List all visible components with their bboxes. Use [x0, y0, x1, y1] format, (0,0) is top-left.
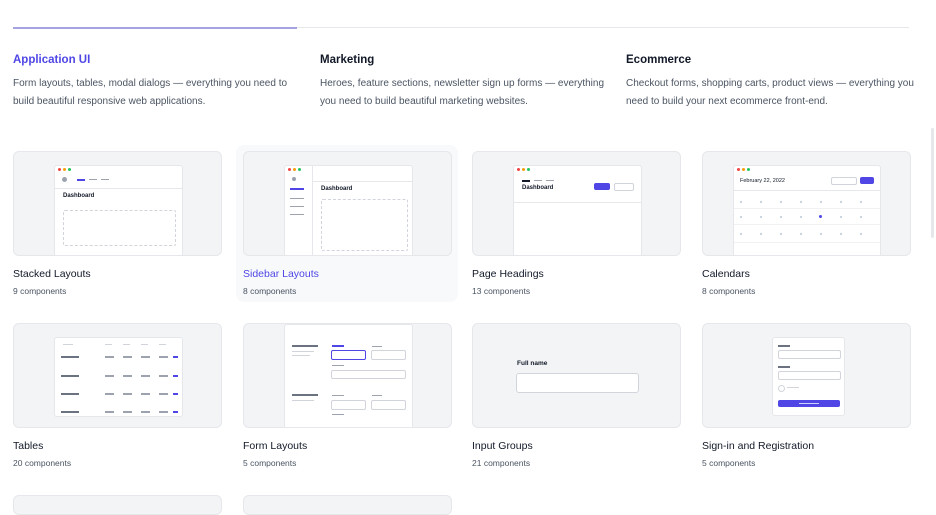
preview-window: Dashboard: [284, 165, 413, 255]
card-input-groups[interactable]: Full name Input Groups 21 components: [472, 323, 681, 468]
card-thumbnail[interactable]: [13, 323, 222, 428]
card-thumbnail[interactable]: Dashboard: [472, 151, 681, 256]
card-title[interactable]: Input Groups: [472, 440, 533, 452]
card-title[interactable]: Sidebar Layouts: [243, 268, 319, 280]
category-description: Form layouts, tables, modal dialogs — ev…: [13, 78, 288, 107]
category-ecommerce[interactable]: Ecommerce Checkout forms, shopping carts…: [626, 53, 916, 110]
preview-window: [54, 337, 183, 417]
preview-heading: Dashboard: [522, 185, 554, 191]
active-tab-indicator: [13, 27, 297, 29]
card-count: 21 components: [472, 458, 531, 468]
card-sidebar-layouts[interactable]: Dashboard Sidebar Layouts 8 components: [243, 151, 452, 296]
card-thumbnail[interactable]: Full name: [472, 323, 681, 428]
card-count: 5 components: [243, 458, 297, 468]
preview-input: [516, 373, 639, 393]
card-tables[interactable]: Tables 20 components: [13, 323, 222, 468]
card-title[interactable]: Calendars: [702, 268, 750, 280]
window-dots: [58, 168, 71, 171]
card-title[interactable]: Stacked Layouts: [13, 268, 91, 280]
card-form-layouts[interactable]: Form Layouts 5 components: [243, 323, 452, 468]
window-dots: [737, 168, 750, 171]
card-count: 8 components: [243, 286, 297, 296]
card-thumbnail[interactable]: [243, 323, 452, 428]
preview-heading: February 22, 2022: [740, 178, 785, 184]
card-title[interactable]: Page Headings: [472, 268, 544, 280]
card-sign-in-registration[interactable]: Sign-in and Registration 5 components: [702, 323, 911, 468]
preview-heading: Dashboard: [63, 193, 95, 199]
category-title[interactable]: Marketing: [320, 53, 610, 67]
card-thumbnail[interactable]: Dashboard: [13, 151, 222, 256]
preview-heading: Dashboard: [321, 186, 353, 192]
card-title[interactable]: Form Layouts: [243, 440, 307, 452]
card-count: 5 components: [702, 458, 756, 468]
card-page-headings[interactable]: Dashboard Page Headings 13 components: [472, 151, 681, 296]
window-dots: [517, 168, 530, 171]
preview-label: Full name: [517, 360, 548, 367]
card-count: 8 components: [702, 286, 756, 296]
card-count: 9 components: [13, 286, 67, 296]
category-title[interactable]: Application UI: [13, 53, 303, 67]
card-thumbnail[interactable]: [702, 323, 911, 428]
card-stacked-layouts[interactable]: Dashboard Stacked Layouts 9 components: [13, 151, 222, 296]
category-description: Heroes, feature sections, newsletter sig…: [320, 78, 605, 107]
card-thumbnail-partial[interactable]: [13, 495, 222, 515]
window-dots: [288, 168, 301, 171]
category-title[interactable]: Ecommerce: [626, 53, 916, 67]
category-marketing[interactable]: Marketing Heroes, feature sections, news…: [320, 53, 610, 110]
card-title[interactable]: Tables: [13, 440, 43, 452]
preview-window: Dashboard: [513, 165, 642, 255]
page-scrollbar[interactable]: [931, 128, 934, 238]
card-thumbnail[interactable]: Dashboard: [243, 151, 452, 256]
card-count: 20 components: [13, 458, 72, 468]
card-thumbnail[interactable]: February 22, 2022: [702, 151, 911, 256]
category-description: Checkout forms, shopping carts, product …: [626, 78, 914, 107]
preview-window: February 22, 2022: [733, 165, 881, 255]
preview-window: Dashboard: [54, 165, 183, 255]
card-title[interactable]: Sign-in and Registration: [702, 440, 814, 452]
card-count: 13 components: [472, 286, 531, 296]
card-calendars[interactable]: February 22, 2022 Calendars 8 components: [702, 151, 911, 296]
preview-window: [772, 337, 845, 416]
category-application-ui[interactable]: Application UI Form layouts, tables, mod…: [13, 53, 303, 110]
preview-window: [284, 324, 413, 427]
card-thumbnail-partial[interactable]: [243, 495, 452, 515]
